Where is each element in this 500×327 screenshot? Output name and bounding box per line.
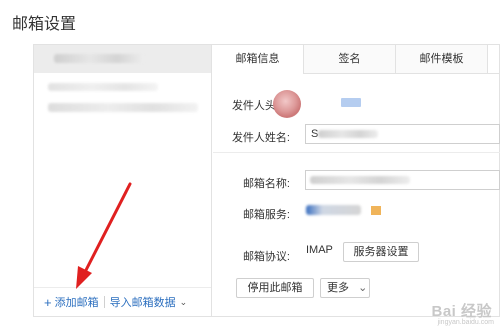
more-label: 更多 xyxy=(327,282,349,294)
watermark-sub: jingyan.baidu.com xyxy=(437,319,494,326)
account-list: + 添加邮箱 导入邮箱数据 ⌄ xyxy=(34,45,212,316)
plus-icon: + xyxy=(44,294,52,310)
sender-avatar[interactable] xyxy=(273,90,301,118)
add-mailbox-button[interactable]: + 添加邮箱 xyxy=(34,294,99,310)
page-title: 邮箱设置 xyxy=(12,16,77,33)
service-logo-icon xyxy=(371,206,381,215)
footer-divider xyxy=(103,296,105,308)
import-mailbox-data-button[interactable]: 导入邮箱数据 ⌄ xyxy=(110,294,188,310)
account-item-redacted xyxy=(48,83,158,91)
mailbox-name-label: 邮箱名称: xyxy=(242,178,290,190)
tab-signature[interactable]: 签名 xyxy=(304,45,396,73)
mailbox-name-redacted xyxy=(310,176,410,184)
protocol-value: IMAP xyxy=(306,244,333,256)
tab-mailbox-info[interactable]: 邮箱信息 xyxy=(212,45,304,74)
server-settings-button[interactable]: 服务器设置 xyxy=(343,242,419,262)
watermark: Bai 经验 xyxy=(431,303,492,320)
mailbox-service-label: 邮箱服务: xyxy=(242,209,290,221)
tab-mail-template[interactable]: 邮件模板 xyxy=(396,45,488,73)
account-list-footer: + 添加邮箱 导入邮箱数据 ⌄ xyxy=(34,287,211,316)
avatar-tag-redacted xyxy=(341,98,361,107)
sender-name-label: 发件人姓名: xyxy=(231,132,290,144)
account-item-selected[interactable] xyxy=(34,45,211,73)
section-divider xyxy=(213,152,500,153)
add-mailbox-label: 添加邮箱 xyxy=(54,297,99,309)
disable-mailbox-button[interactable]: 停用此邮箱 xyxy=(236,278,314,298)
chevron-down-icon: ⌄ xyxy=(358,282,368,294)
settings-tabs: 邮箱信息 签名 邮件模板 xyxy=(212,45,499,74)
more-button[interactable]: 更多 ⌄ xyxy=(320,278,370,298)
account-name-redacted xyxy=(54,54,144,63)
protocol-label: 邮箱协议: xyxy=(242,251,290,263)
chevron-down-icon: ⌄ xyxy=(179,296,188,307)
account-item-redacted xyxy=(48,103,198,112)
mailbox-service-redacted xyxy=(306,205,361,215)
import-mailbox-label: 导入邮箱数据 xyxy=(109,297,176,309)
sender-name-redacted xyxy=(318,130,378,138)
